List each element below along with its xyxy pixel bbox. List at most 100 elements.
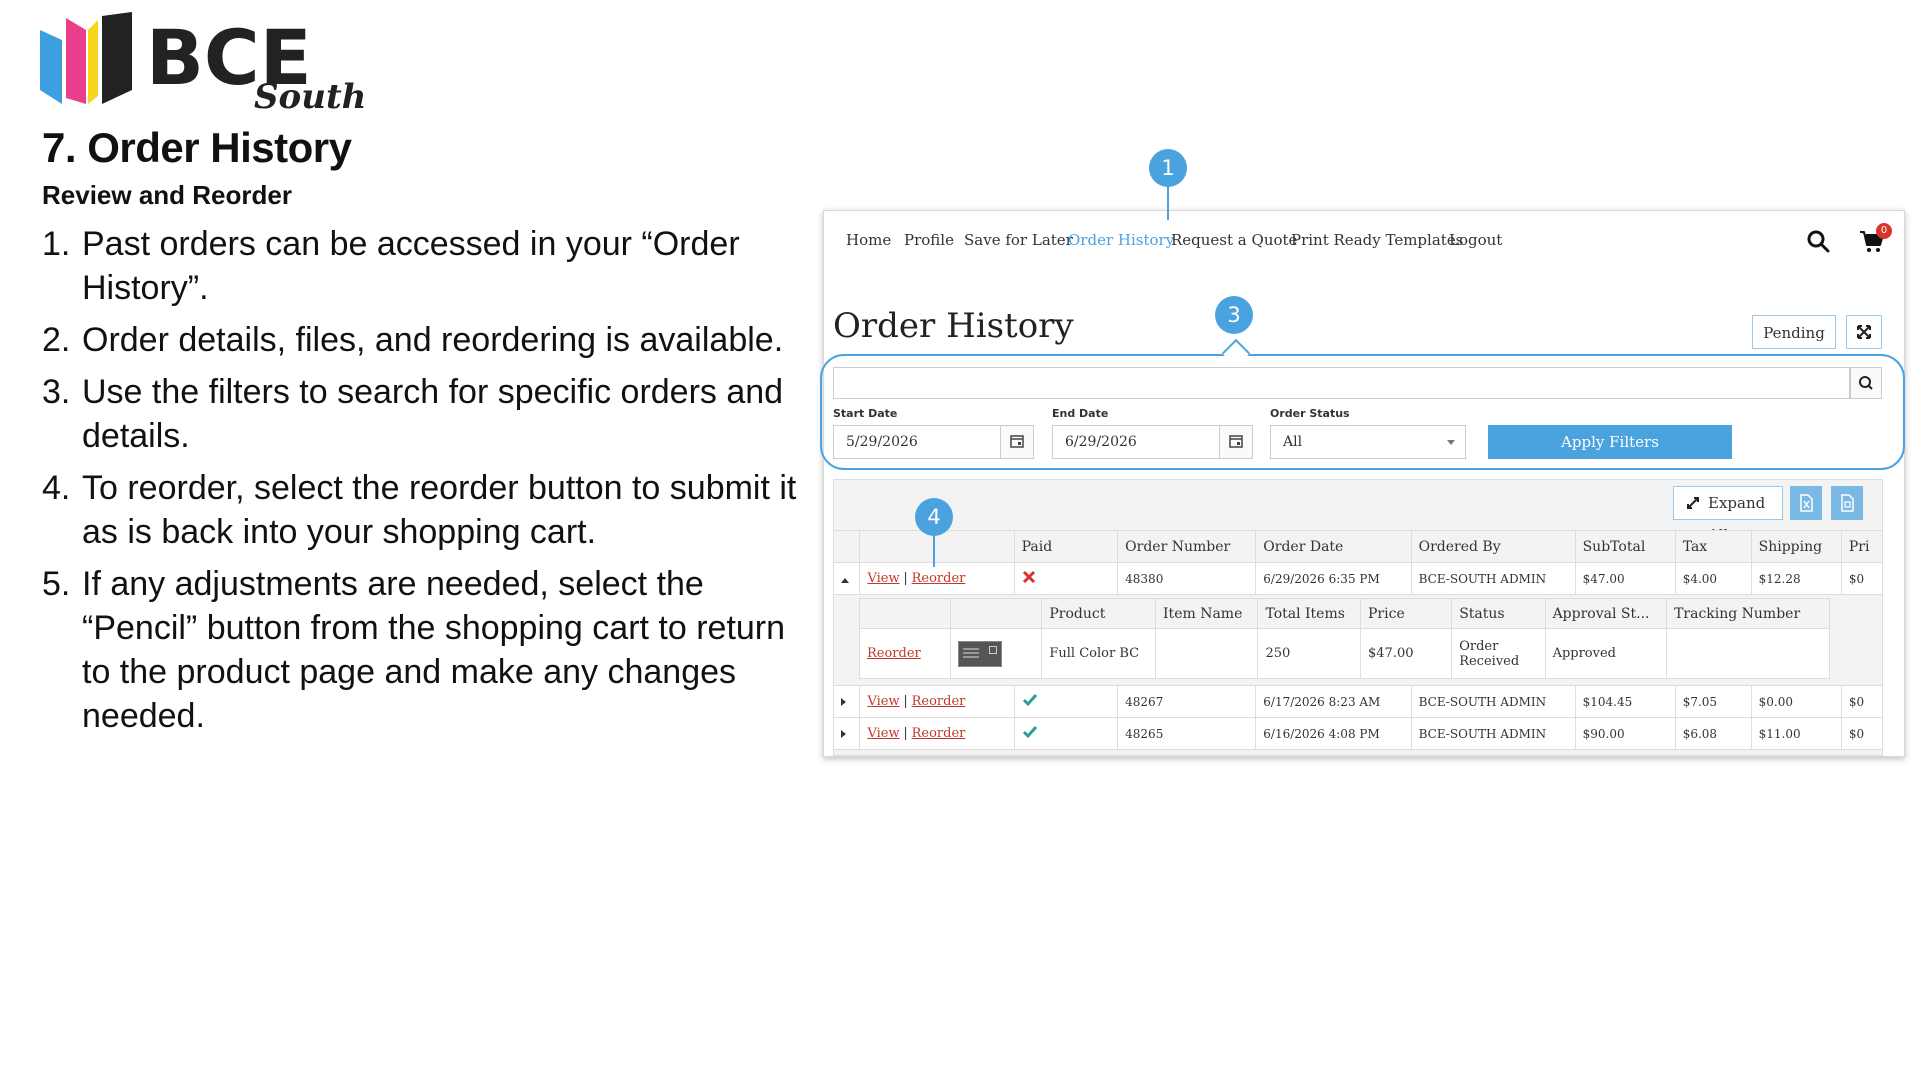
step-text: To reorder, select the reorder button to… bbox=[82, 469, 797, 551]
shipping: $11.00 bbox=[1750, 717, 1842, 750]
col-header-price[interactable]: Pri bbox=[1840, 530, 1884, 563]
view-link[interactable]: View bbox=[867, 694, 899, 709]
expand-diagonal-icon bbox=[1687, 497, 1699, 509]
nav-home[interactable]: Home bbox=[846, 231, 891, 249]
step-text: If any adjustments are needed, select th… bbox=[82, 565, 786, 735]
shipping: $0.00 bbox=[1750, 685, 1842, 718]
link-separator: | bbox=[903, 694, 908, 709]
order-history-screenshot: Home Profile Save for Later Order Histor… bbox=[823, 210, 1905, 757]
detail-col-header bbox=[858, 598, 952, 629]
callout-1: 1 bbox=[1149, 149, 1187, 187]
expand-all-button[interactable]: Expand All bbox=[1673, 486, 1783, 544]
callout-connector bbox=[933, 535, 935, 567]
detail-col-header-item-name: Item Name bbox=[1155, 598, 1259, 629]
col-header bbox=[832, 530, 861, 563]
filters-highlight bbox=[820, 354, 1905, 470]
tax: $7.05 bbox=[1674, 685, 1752, 718]
table-row: View | Reorder 48265 6/16/2026 4:08 PM B… bbox=[832, 717, 1884, 750]
paid-cell bbox=[1013, 717, 1119, 750]
product-thumbnail[interactable] bbox=[958, 640, 1003, 667]
nav-order-history[interactable]: Order History bbox=[1068, 231, 1174, 249]
detail-table-header: Product Item Name Total Items Price Stat… bbox=[858, 598, 1830, 629]
step-number: 4. bbox=[42, 469, 71, 507]
nav-save-for-later[interactable]: Save for Later bbox=[964, 231, 1073, 249]
fullscreen-button[interactable] bbox=[1846, 315, 1882, 349]
export-excel-button[interactable] bbox=[1790, 486, 1822, 520]
order-detail-table: Product Item Name Total Items Price Stat… bbox=[858, 598, 1830, 679]
order-date: 6/16/2026 4:08 PM bbox=[1255, 717, 1412, 750]
detail-approval: Approved bbox=[1544, 628, 1668, 679]
chevron-right-icon bbox=[841, 729, 846, 738]
reorder-link[interactable]: Reorder bbox=[912, 694, 966, 709]
detail-status: Order Received bbox=[1451, 628, 1546, 679]
detail-container: Product Item Name Total Items Price Stat… bbox=[833, 594, 1883, 686]
table-row: View | Reorder 48267 6/17/2026 8:23 AM B… bbox=[832, 685, 1884, 718]
view-link[interactable]: View bbox=[867, 726, 899, 741]
reorder-link[interactable]: Reorder bbox=[912, 571, 966, 586]
detail-col-header-total-items: Total Items bbox=[1257, 598, 1362, 629]
col-header-order-date[interactable]: Order Date bbox=[1255, 530, 1412, 563]
subtotal: $104.45 bbox=[1574, 685, 1676, 718]
nav-print-ready-templates[interactable]: Print Ready Templates bbox=[1291, 231, 1463, 249]
link-separator: | bbox=[903, 726, 908, 741]
pending-button[interactable]: Pending bbox=[1752, 315, 1836, 349]
order-number: 48380 bbox=[1117, 562, 1257, 595]
pdf-file-icon bbox=[1841, 494, 1854, 512]
instruction-step: 5. If any adjustments are needed, select … bbox=[42, 562, 802, 738]
page-title: Order History bbox=[833, 306, 1074, 346]
col-header-subtotal[interactable]: SubTotal bbox=[1574, 530, 1676, 563]
logo-script: South bbox=[254, 77, 366, 116]
detail-product: Full Color BC bbox=[1041, 628, 1157, 679]
tax: $6.08 bbox=[1674, 717, 1752, 750]
col-header-paid[interactable]: Paid bbox=[1013, 530, 1119, 563]
table-row: View | Reorder 48380 6/29/2026 6:35 PM B… bbox=[832, 562, 1884, 595]
row-toggle[interactable] bbox=[832, 717, 861, 750]
order-number: 48267 bbox=[1117, 685, 1257, 718]
detail-tracking bbox=[1666, 628, 1830, 679]
slide-subtitle: Review and Reorder bbox=[42, 180, 292, 210]
row-toggle[interactable] bbox=[832, 562, 861, 595]
status-line: Received bbox=[1459, 653, 1520, 669]
subtotal: $47.00 bbox=[1574, 562, 1676, 595]
row-actions: View | Reorder bbox=[859, 717, 1015, 750]
price: $0 bbox=[1840, 562, 1884, 595]
detail-row: Product Item Name Total Items Price Stat… bbox=[833, 594, 1883, 686]
detail-thumbnail-cell bbox=[950, 628, 1043, 679]
tax: $4.00 bbox=[1674, 562, 1752, 595]
detail-total-items: 250 bbox=[1257, 628, 1362, 679]
reorder-link[interactable]: Reorder bbox=[912, 726, 966, 741]
col-header-tax[interactable]: Tax bbox=[1674, 530, 1752, 563]
view-link[interactable]: View bbox=[867, 571, 899, 586]
callout-connector bbox=[1167, 186, 1169, 220]
order-date: 6/29/2026 6:35 PM bbox=[1255, 562, 1412, 595]
step-number: 1. bbox=[42, 225, 71, 263]
col-header-shipping[interactable]: Shipping bbox=[1750, 530, 1842, 563]
paid-cell bbox=[1013, 562, 1119, 595]
check-icon bbox=[1022, 694, 1037, 707]
step-number: 2. bbox=[42, 321, 71, 359]
callout-3: 3 bbox=[1215, 296, 1253, 334]
detail-reorder-cell: Reorder bbox=[858, 628, 952, 679]
cart-count-badge: 0 bbox=[1876, 223, 1892, 239]
price: $0 bbox=[1840, 685, 1884, 718]
nav-logout[interactable]: Logout bbox=[1449, 231, 1502, 249]
nav-request-quote[interactable]: Request a Quote bbox=[1171, 231, 1297, 249]
col-header-order-number[interactable]: Order Number bbox=[1117, 530, 1257, 563]
row-toggle[interactable] bbox=[832, 685, 861, 718]
search-icon[interactable] bbox=[1806, 229, 1830, 253]
shipping: $12.28 bbox=[1750, 562, 1842, 595]
reorder-link[interactable]: Reorder bbox=[867, 646, 921, 661]
status-line: Order bbox=[1459, 638, 1499, 654]
orders-table-header: Paid Order Number Order Date Ordered By … bbox=[832, 530, 1884, 563]
row-actions: View | Reorder bbox=[859, 685, 1015, 718]
ordered-by: BCE-SOUTH ADMIN bbox=[1410, 562, 1576, 595]
nav-profile[interactable]: Profile bbox=[904, 231, 954, 249]
col-header-ordered-by[interactable]: Ordered By bbox=[1410, 530, 1576, 563]
orders-table: Paid Order Number Order Date Ordered By … bbox=[832, 530, 1884, 750]
detail-col-header-product: Product bbox=[1041, 598, 1157, 629]
detail-item-name bbox=[1155, 628, 1259, 679]
price: $0 bbox=[1840, 717, 1884, 750]
bce-south-logo: BCE South bbox=[38, 12, 368, 116]
link-separator: | bbox=[903, 571, 908, 586]
export-pdf-button[interactable] bbox=[1831, 486, 1863, 520]
